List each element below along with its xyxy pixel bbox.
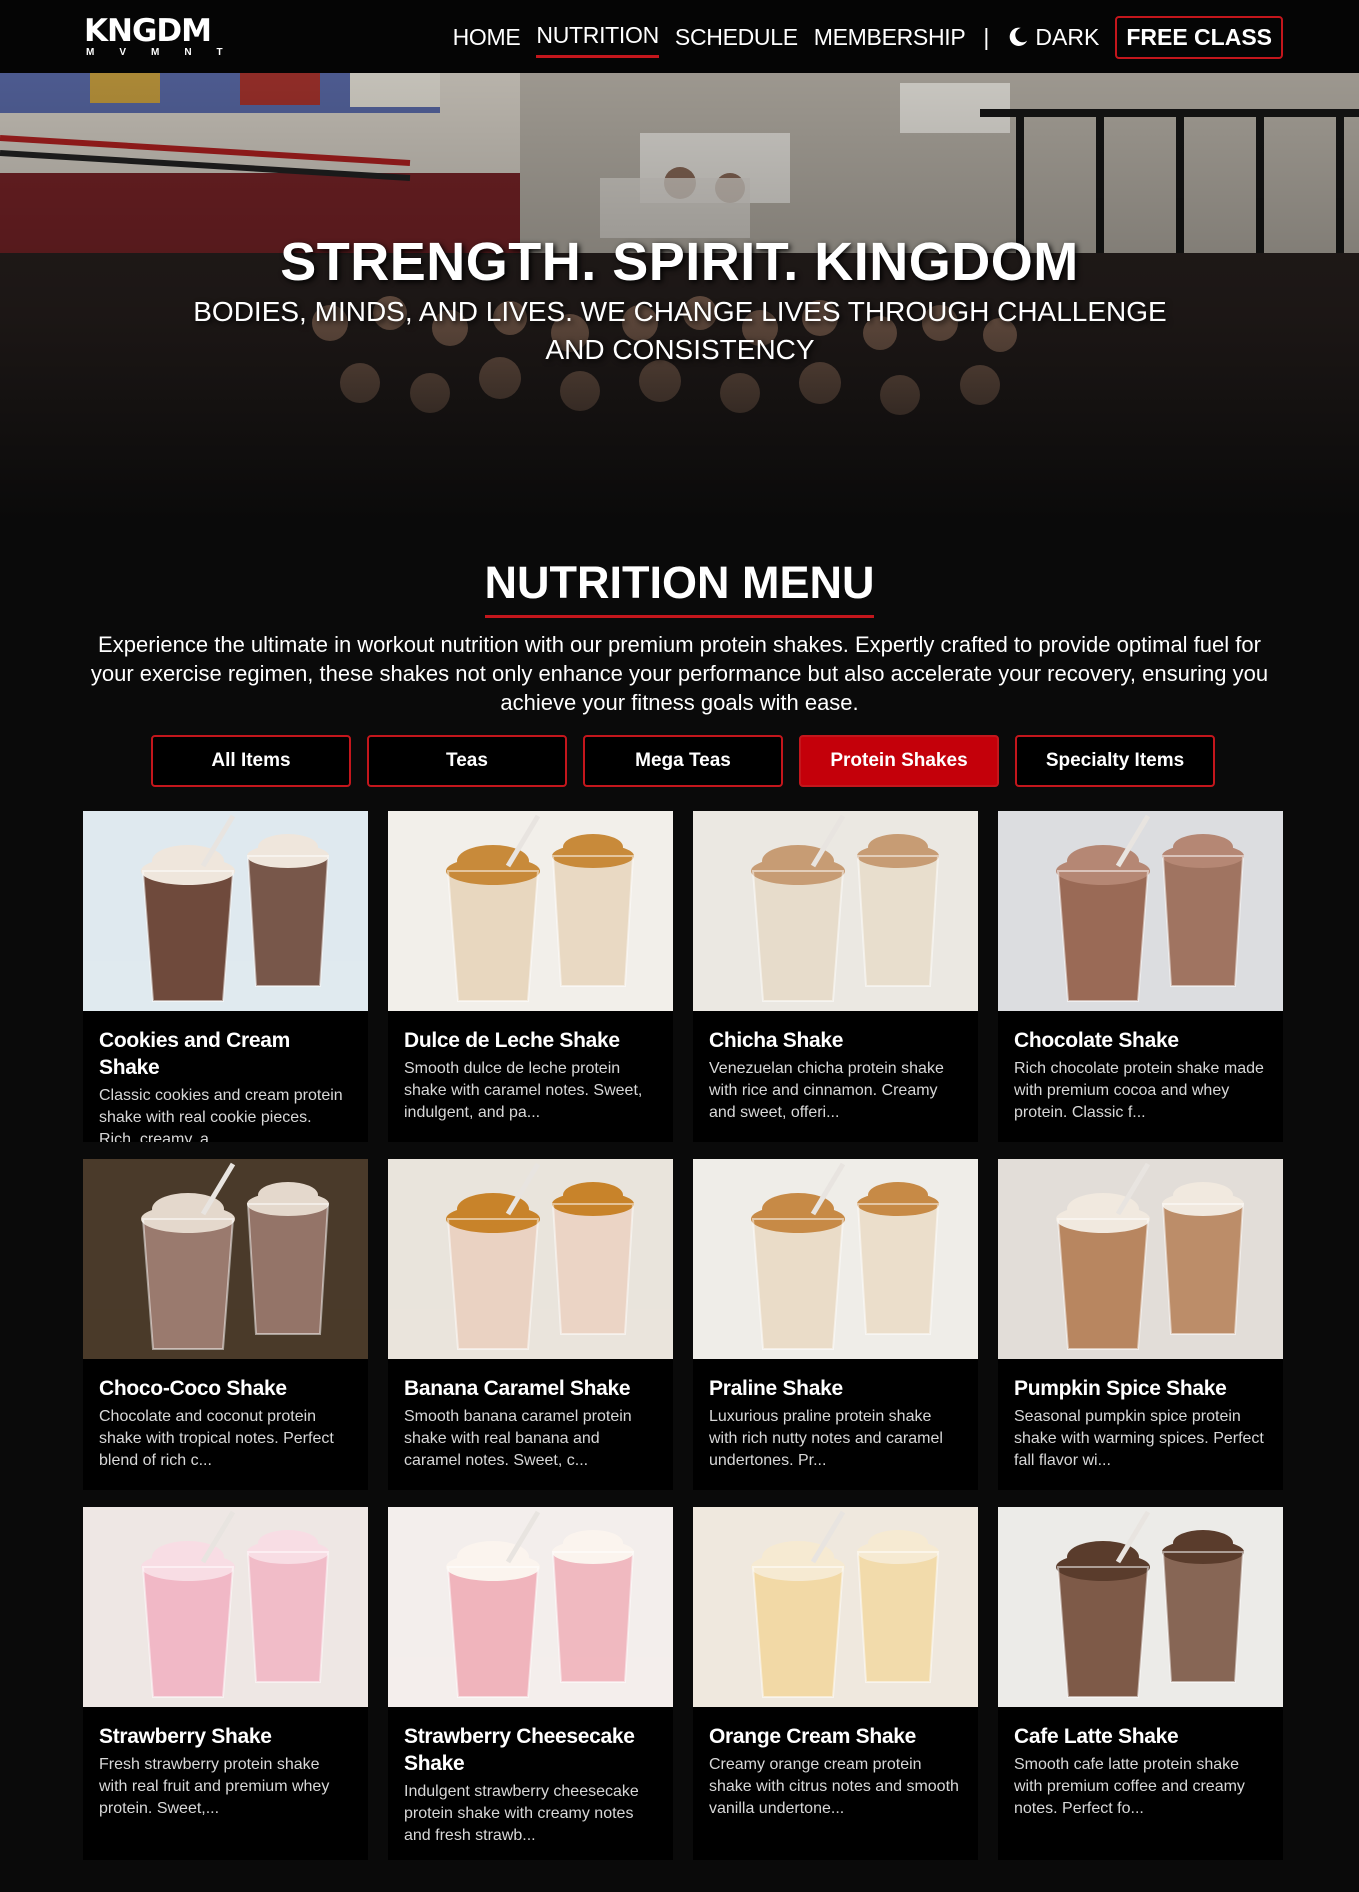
menu-item-body: Banana Caramel Shake Smooth banana carame… <box>388 1359 673 1490</box>
filter-specialty-items[interactable]: Specialty Items <box>1015 735 1215 787</box>
menu-item-body: Strawberry Cheesecake Shake Indulgent str… <box>388 1707 673 1860</box>
menu-item-title: Cookies and Cream Shake <box>99 1029 290 1079</box>
nav-link-nutrition[interactable]: NUTRITION <box>536 16 659 58</box>
menu-item-photo <box>388 1507 673 1707</box>
nutrition-menu-heading: NUTRITION MENU <box>0 557 1359 618</box>
menu-item-body: Praline Shake Luxurious praline protein s… <box>693 1359 978 1490</box>
hero-subtitle: BODIES, MINDS, AND LIVES. WE CHANGE LIVE… <box>193 296 1167 365</box>
menu-item-title: Chocolate Shake <box>1014 1029 1179 1052</box>
menu-item-body: Chicha Shake Venezuelan chicha protein sh… <box>693 1011 978 1142</box>
menu-item-card[interactable]: Cookies and Cream Shake Classic cookies a… <box>83 811 368 1142</box>
free-class-button[interactable]: FREE CLASS <box>1115 15 1283 59</box>
menu-item-card[interactable]: Choco-Coco Shake Chocolate and coconut pr… <box>83 1159 368 1490</box>
menu-item-description: Seasonal pumpkin spice protein shake wit… <box>1014 1408 1264 1469</box>
menu-item-title: Pumpkin Spice Shake <box>1014 1377 1227 1400</box>
moon-icon <box>1010 27 1028 46</box>
menu-item-card[interactable]: Dulce de Leche Shake Smooth dulce de lech… <box>388 811 673 1142</box>
menu-item-body: Choco-Coco Shake Chocolate and coconut pr… <box>83 1359 368 1490</box>
menu-item-card[interactable]: Strawberry Cheesecake Shake Indulgent str… <box>388 1507 673 1860</box>
menu-item-body: Cookies and Cream Shake Classic cookies a… <box>83 1011 368 1142</box>
nav-link-membership[interactable]: MEMBERSHIP <box>814 18 966 57</box>
filter-all-items[interactable]: All Items <box>151 735 351 787</box>
menu-item-title: Dulce de Leche Shake <box>404 1029 620 1052</box>
menu-item-title: Praline Shake <box>709 1377 843 1400</box>
menu-item-description: Indulgent strawberry cheesecake protein … <box>404 1783 639 1844</box>
menu-item-photo <box>83 1159 368 1359</box>
hero-banner: STRENGTH. SPIRIT. KINGDOM BODIES, MINDS,… <box>0 73 1359 523</box>
menu-item-photo <box>998 1507 1283 1707</box>
menu-item-description: Smooth cafe latte protein shake with pre… <box>1014 1756 1245 1817</box>
logo-main-text: KNGDM <box>84 13 212 49</box>
logo-sub-text: MVMNT <box>86 47 248 58</box>
menu-item-body: Strawberry Shake Fresh strawberry protein… <box>83 1707 368 1838</box>
menu-item-card[interactable]: Strawberry Shake Fresh strawberry protein… <box>83 1507 368 1860</box>
menu-item-photo <box>998 1159 1283 1359</box>
nav-link-schedule[interactable]: SCHEDULE <box>675 18 798 57</box>
menu-item-photo <box>388 811 673 1011</box>
menu-item-description: Fresh strawberry protein shake with real… <box>99 1756 330 1817</box>
menu-item-description: Creamy orange cream protein shake with c… <box>709 1756 959 1817</box>
menu-item-title: Chicha Shake <box>709 1029 844 1052</box>
menu-item-card[interactable]: Banana Caramel Shake Smooth banana carame… <box>388 1159 673 1490</box>
menu-item-body: Chocolate Shake Rich chocolate protein sh… <box>998 1011 1283 1142</box>
menu-item-card[interactable]: Cafe Latte Shake Smooth cafe latte protei… <box>998 1507 1283 1860</box>
menu-item-title: Strawberry Shake <box>99 1725 272 1748</box>
filter-teas[interactable]: Teas <box>367 735 567 787</box>
menu-item-body: Orange Cream Shake Creamy orange cream pr… <box>693 1707 978 1838</box>
filter-tabs: All Items Teas Mega Teas Protein Shakes … <box>151 735 1231 787</box>
dark-mode-toggle[interactable]: DARK <box>1007 24 1099 51</box>
menu-item-photo <box>693 811 978 1011</box>
menu-intro-text: Experience the ultimate in workout nutri… <box>90 632 1269 715</box>
menu-item-card[interactable]: Praline Shake Luxurious praline protein s… <box>693 1159 978 1490</box>
menu-item-description: Venezuelan chicha protein shake with ric… <box>709 1060 944 1121</box>
top-navbar: KNGDM MVMNT HOME NUTRITION SCHEDULE MEMB… <box>0 0 1359 73</box>
menu-item-photo <box>83 1507 368 1707</box>
menu-item-body: Dulce de Leche Shake Smooth dulce de lech… <box>388 1011 673 1142</box>
menu-item-description: Classic cookies and cream protein shake … <box>99 1087 343 1142</box>
menu-item-description: Luxurious praline protein shake with ric… <box>709 1408 943 1469</box>
menu-item-photo <box>693 1507 978 1707</box>
menu-item-photo <box>388 1159 673 1359</box>
menu-item-title: Cafe Latte Shake <box>1014 1725 1179 1748</box>
menu-item-card[interactable]: Chicha Shake Venezuelan chicha protein sh… <box>693 811 978 1142</box>
menu-item-description: Chocolate and coconut protein shake with… <box>99 1408 334 1469</box>
filter-protein-shakes[interactable]: Protein Shakes <box>799 735 999 787</box>
menu-item-photo <box>693 1159 978 1359</box>
menu-item-body: Cafe Latte Shake Smooth cafe latte protei… <box>998 1707 1283 1838</box>
menu-item-body: Pumpkin Spice Shake Seasonal pumpkin spic… <box>998 1359 1283 1490</box>
dark-mode-label: DARK <box>1035 23 1100 50</box>
menu-item-description: Rich chocolate protein shake made with p… <box>1014 1060 1264 1121</box>
menu-item-card[interactable]: Orange Cream Shake Creamy orange cream pr… <box>693 1507 978 1860</box>
nav-link-home[interactable]: HOME <box>453 18 521 57</box>
nav-links: HOME NUTRITION SCHEDULE MEMBERSHIP | DAR… <box>437 15 1283 59</box>
section-title-text: NUTRITION MENU <box>484 557 875 618</box>
menu-item-title: Strawberry Cheesecake Shake <box>404 1725 635 1775</box>
menu-item-title: Banana Caramel Shake <box>404 1377 631 1400</box>
menu-item-card[interactable]: Pumpkin Spice Shake Seasonal pumpkin spic… <box>998 1159 1283 1490</box>
menu-item-photo <box>998 811 1283 1011</box>
menu-item-description: Smooth banana caramel protein shake with… <box>404 1408 632 1469</box>
hero-title: STRENGTH. SPIRIT. KINGDOM <box>280 232 1079 292</box>
menu-item-card[interactable]: Chocolate Shake Rich chocolate protein sh… <box>998 811 1283 1142</box>
brand-logo[interactable]: KNGDM MVMNT <box>84 13 259 59</box>
menu-item-description: Smooth dulce de leche protein shake with… <box>404 1060 643 1121</box>
nav-separator: | <box>983 23 990 50</box>
menu-item-title: Choco-Coco Shake <box>99 1377 287 1400</box>
menu-item-title: Orange Cream Shake <box>709 1725 917 1748</box>
filter-mega-teas[interactable]: Mega Teas <box>583 735 783 787</box>
menu-item-photo <box>83 811 368 1011</box>
